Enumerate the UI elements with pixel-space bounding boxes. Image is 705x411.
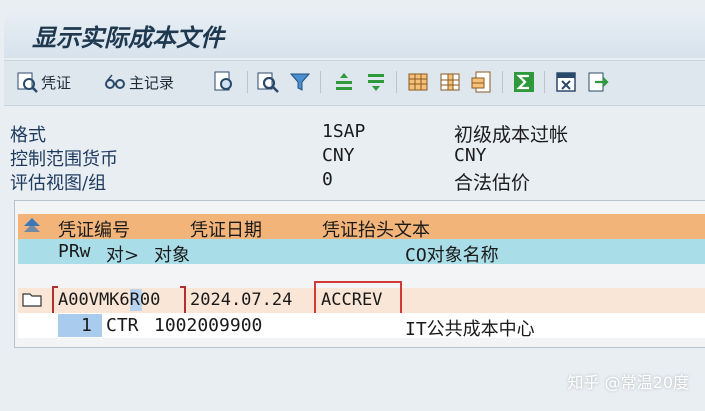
spreadsheet-icon xyxy=(554,70,578,94)
find-button[interactable] xyxy=(256,69,280,95)
master-record-label: 主记录 xyxy=(129,73,175,92)
layout-settings-icon xyxy=(470,70,494,94)
title-bar: 显示实际成本文件 xyxy=(4,10,705,58)
document-date: 2024.07.24 xyxy=(190,290,293,310)
header-desc-layout: 初级成本过帐 xyxy=(454,124,569,146)
application-toolbar: 凭证 主记录 xyxy=(4,60,705,106)
field-bracket-right xyxy=(180,286,186,316)
column-select-button[interactable] xyxy=(438,69,462,95)
toolbar-separator xyxy=(396,71,397,93)
export-excel-button[interactable] xyxy=(554,69,578,95)
column-header-object-type[interactable]: 对> xyxy=(106,241,139,267)
column-header-co-object-name[interactable]: CO对象名称 xyxy=(405,241,499,267)
master-record-button[interactable]: 主记录 xyxy=(104,69,174,95)
voucher-icon xyxy=(16,71,38,93)
voucher-label: 凭证 xyxy=(41,73,72,92)
item-prw: 1 xyxy=(81,315,92,336)
header-label-layout: 格式 xyxy=(10,125,46,146)
expand-all-icon[interactable] xyxy=(22,215,42,240)
glasses-icon xyxy=(104,71,126,93)
header-desc-valuation-view: 合法估价 xyxy=(454,172,531,194)
filter-icon xyxy=(288,70,312,94)
sort-descending-button[interactable] xyxy=(364,69,388,95)
export-icon xyxy=(586,70,610,94)
toolbar-separator xyxy=(247,71,248,93)
sum-button[interactable] xyxy=(512,69,536,95)
sort-ascending-button[interactable] xyxy=(332,69,356,95)
document-number[interactable]: A00VMK6R00 xyxy=(58,290,160,310)
voucher-button[interactable]: 凭证 xyxy=(16,69,71,95)
filter-button[interactable] xyxy=(288,69,312,95)
sum-icon xyxy=(512,70,536,94)
column-icon xyxy=(438,70,462,94)
layout-settings-button[interactable] xyxy=(470,69,494,95)
header-desc-currency: CNY xyxy=(454,145,487,166)
folder-icon[interactable] xyxy=(22,290,42,313)
sort-descending-icon xyxy=(364,70,388,94)
document-magnifier-icon xyxy=(212,70,236,94)
find-icon xyxy=(256,70,280,94)
header-label-currency: 控制范围货币 xyxy=(10,149,118,170)
item-object-type: CTR xyxy=(106,315,139,336)
grid-icon xyxy=(406,70,430,94)
toolbar-separator xyxy=(320,71,321,93)
layout-grid-button[interactable] xyxy=(406,69,430,95)
watermark: 知乎 @常温20度 xyxy=(567,373,689,392)
document-header-text: ACCREV xyxy=(321,290,383,310)
column-header-object[interactable]: 对象 xyxy=(154,241,190,267)
window-title: 显示实际成本文件 xyxy=(32,23,224,52)
header-value-valuation-view: 0 xyxy=(322,169,333,190)
header-value-currency: CNY xyxy=(322,145,355,166)
item-object: 1002009900 xyxy=(154,315,263,336)
header-label-valuation-view: 评估视图/组 xyxy=(10,173,107,194)
column-header-prw[interactable]: PRw xyxy=(58,241,91,262)
item-co-object-name: IT公共成本中心 xyxy=(405,319,535,340)
document-view-button[interactable] xyxy=(212,69,236,95)
sort-ascending-icon xyxy=(332,70,356,94)
header-value-layout: 1SAP xyxy=(322,121,366,142)
export-button[interactable] xyxy=(586,69,610,95)
item-selection-highlight xyxy=(58,314,102,337)
toolbar-separator xyxy=(502,71,503,93)
toolbar-separator xyxy=(544,71,545,93)
